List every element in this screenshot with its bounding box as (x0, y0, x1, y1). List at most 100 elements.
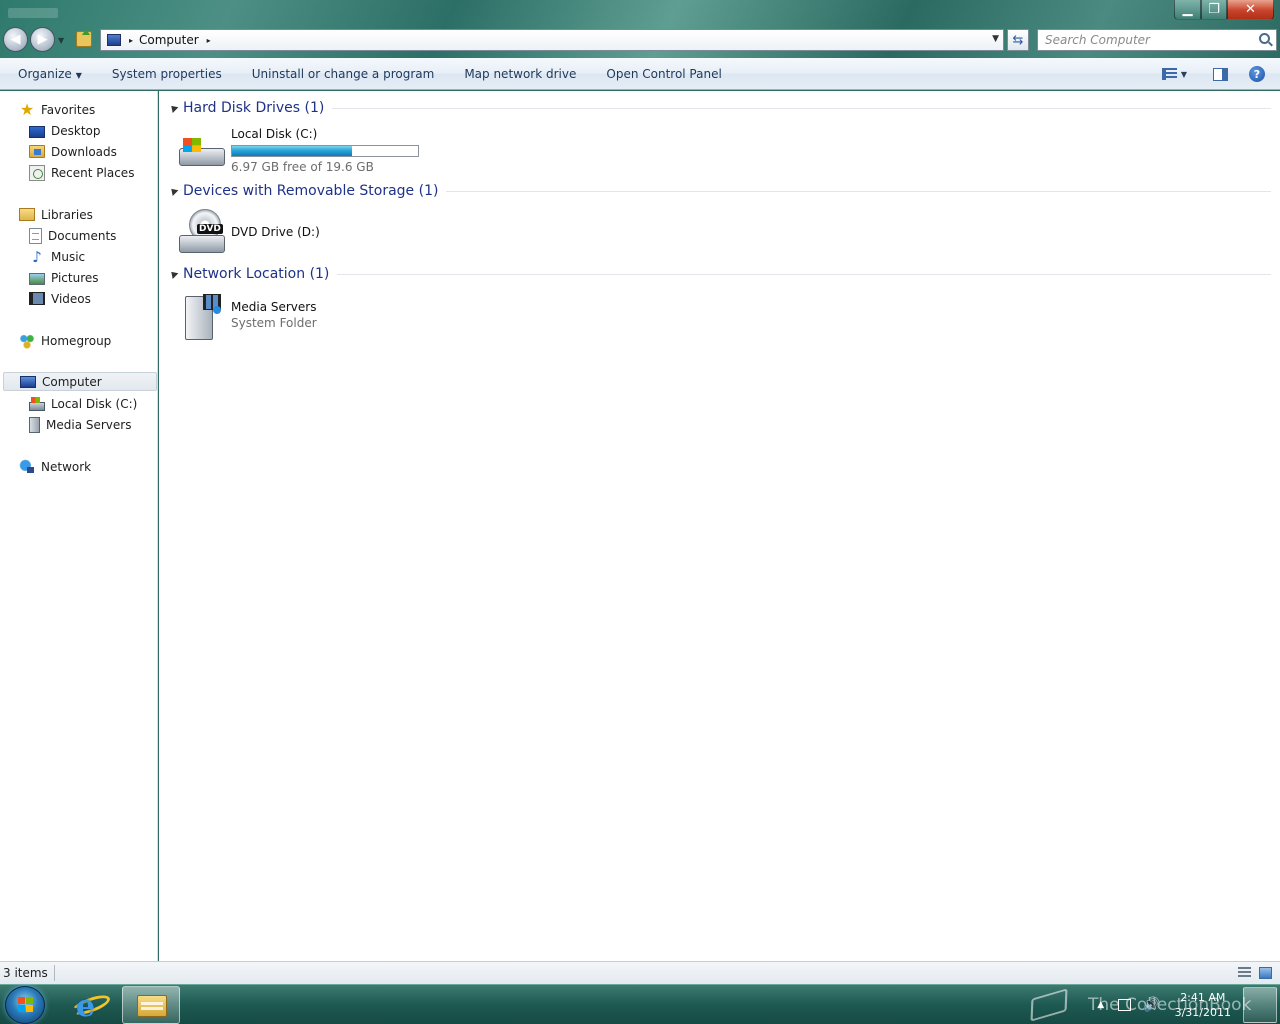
drive-meta: Local Disk (C:) 6.97 GB free of 19.6 GB (231, 124, 419, 175)
desktop-icon (29, 125, 45, 138)
clock[interactable]: 2:41 AM 3/31/2011 (1175, 990, 1231, 1020)
homegroup-icon (19, 332, 35, 349)
view-options-dropdown[interactable]: ▼ (1181, 70, 1187, 79)
drive-name: DVD Drive (D:) (231, 225, 320, 239)
nav-local-disk[interactable]: Local Disk (C:) (29, 394, 137, 413)
collapse-triangle-icon[interactable] (168, 103, 179, 113)
notification-area: ▲ 🔊 2:41 AM 3/31/2011 (1097, 985, 1280, 1024)
show-desktop-button[interactable] (1243, 987, 1277, 1023)
media-server-icon (177, 290, 227, 340)
search-input[interactable] (1045, 33, 1251, 47)
media-badge-icon (213, 306, 221, 314)
taskbar-windows-explorer[interactable] (122, 986, 180, 1024)
group-divider (446, 190, 1271, 192)
computer-icon (107, 34, 121, 46)
address-bar[interactable]: ▸ Computer ▸ ▼ (100, 29, 1004, 51)
nav-documents[interactable]: Documents (29, 226, 116, 245)
nav-favorites[interactable]: ★ Favorites (19, 100, 95, 119)
item-count: 3 items (0, 965, 55, 981)
recent-pages-dropdown[interactable]: ▼ (58, 36, 64, 45)
breadcrumb-separator-icon[interactable]: ▸ (129, 36, 133, 45)
clock-date: 3/31/2011 (1174, 1006, 1231, 1019)
folder-up-icon[interactable] (76, 29, 92, 47)
drive-item-dvd[interactable]: DVD DVD Drive (D:) (177, 207, 320, 257)
music-icon: ♪ (32, 247, 42, 266)
star-icon: ★ (19, 99, 35, 119)
nav-label: Pictures (51, 270, 99, 285)
group-header-removable-storage[interactable]: Devices with Removable Storage (1) (168, 181, 1271, 201)
group-divider (332, 107, 1271, 109)
address-history-dropdown[interactable]: ▼ (992, 34, 999, 44)
back-arrow-icon: ◀ (10, 32, 21, 47)
content-pane: Hard Disk Drives (1) Local Disk (C:) 6.9… (159, 91, 1280, 961)
nav-label: Videos (51, 291, 91, 306)
nav-label: Documents (48, 228, 117, 243)
network-status-icon[interactable] (1118, 999, 1132, 1011)
drive-item-local-disk[interactable]: Local Disk (C:) 6.97 GB free of 19.6 GB (177, 124, 419, 175)
chevron-down-icon: ▼ (75, 70, 82, 80)
recent-places-icon (29, 164, 45, 181)
organize-label: Organize (18, 66, 72, 81)
item-type: System Folder (231, 316, 317, 330)
details-view-icon[interactable] (1238, 967, 1251, 979)
group-title: Hard Disk Drives (1) (183, 100, 325, 116)
nav-downloads[interactable]: Downloads (29, 142, 117, 161)
documents-icon (29, 227, 42, 244)
group-divider (337, 273, 1271, 275)
search-icon[interactable] (1259, 33, 1270, 44)
nav-recent-places[interactable]: Recent Places (29, 163, 134, 182)
computer-icon (20, 376, 36, 388)
open-control-panel-button[interactable]: Open Control Panel (591, 67, 736, 81)
disk-capacity-fill (232, 146, 352, 156)
close-button[interactable]: ✕ (1227, 0, 1274, 20)
nav-videos[interactable]: Videos (29, 289, 91, 308)
status-bar: 3 items (0, 961, 1280, 984)
nav-music[interactable]: ♪ Music (29, 247, 85, 266)
book-logo-icon (1030, 988, 1068, 1022)
nav-media-servers[interactable]: Media Servers (29, 415, 131, 434)
start-button[interactable] (5, 986, 45, 1024)
minimize-button[interactable]: ▁ (1174, 0, 1201, 20)
change-view-icon[interactable] (1161, 68, 1177, 80)
group-header-hard-disk-drives[interactable]: Hard Disk Drives (1) (168, 98, 1271, 118)
nav-desktop[interactable]: Desktop (29, 121, 101, 140)
breadcrumb-separator-icon[interactable]: ▸ (207, 36, 211, 45)
map-network-drive-button[interactable]: Map network drive (449, 67, 591, 81)
nav-homegroup[interactable]: Homegroup (19, 331, 111, 350)
uninstall-program-button[interactable]: Uninstall or change a program (237, 67, 450, 81)
system-properties-button[interactable]: System properties (97, 67, 237, 81)
forward-button[interactable]: ▶ (30, 27, 55, 52)
media-server-icon (29, 416, 40, 433)
nav-label: Desktop (51, 123, 101, 138)
volume-icon[interactable]: 🔊 (1143, 997, 1160, 1013)
taskbar-internet-explorer[interactable]: e (62, 986, 120, 1024)
clock-time: 2:41 AM (1180, 991, 1226, 1004)
collapse-triangle-icon[interactable] (168, 186, 179, 196)
breadcrumb-computer[interactable]: Computer (139, 33, 199, 47)
preview-pane-icon[interactable] (1213, 67, 1228, 81)
help-icon[interactable]: ? (1249, 66, 1265, 82)
refresh-button[interactable]: ⇆ (1007, 29, 1029, 51)
nav-label: Computer (42, 374, 102, 389)
nav-libraries[interactable]: Libraries (19, 205, 93, 224)
group-header-network-location[interactable]: Network Location (1) (168, 264, 1271, 284)
disk-capacity-bar (231, 145, 419, 157)
show-hidden-icons-icon[interactable]: ▲ (1097, 1000, 1104, 1010)
nav-network[interactable]: Network (19, 457, 91, 476)
search-box[interactable] (1037, 29, 1277, 51)
collapse-triangle-icon[interactable] (168, 269, 179, 279)
large-icons-view-icon[interactable] (1259, 967, 1272, 979)
libraries-icon (19, 208, 35, 221)
videos-icon (29, 292, 45, 305)
nav-computer[interactable]: Computer (3, 372, 157, 391)
back-button[interactable]: ◀ (3, 27, 28, 52)
command-bar-right: ▼ ? (1161, 58, 1280, 90)
maximize-button[interactable]: ❐ (1201, 0, 1227, 20)
nav-label: Music (51, 249, 86, 264)
network-item-media-servers[interactable]: Media Servers System Folder (177, 290, 317, 340)
windows-logo-icon (183, 145, 201, 152)
drive-free-space: 6.97 GB free of 19.6 GB (231, 160, 374, 174)
nav-pictures[interactable]: Pictures (29, 268, 99, 287)
dvd-drive-icon: DVD (177, 207, 227, 257)
organize-menu[interactable]: Organize ▼ (0, 67, 97, 81)
